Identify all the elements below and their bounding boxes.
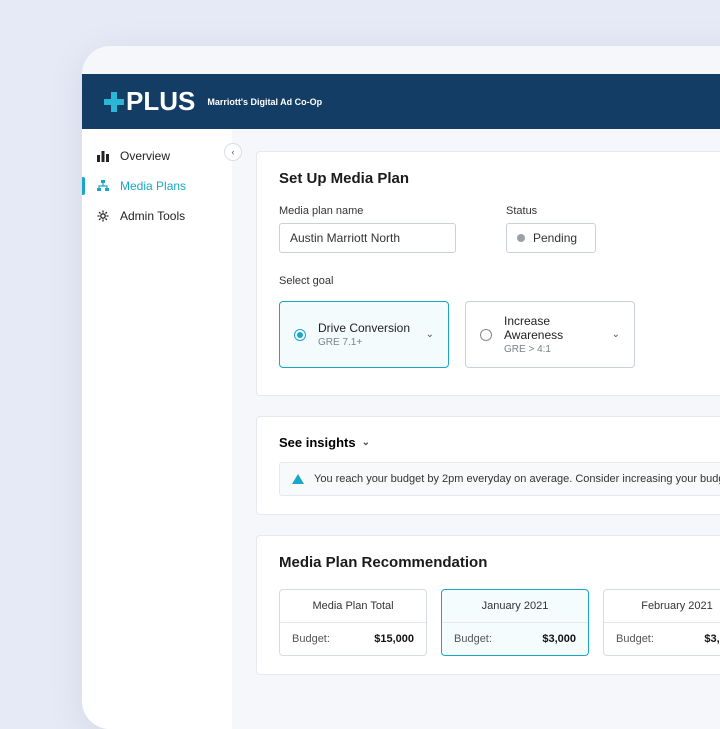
- warning-icon: [292, 474, 304, 484]
- chevron-down-icon: ⌄: [426, 329, 434, 340]
- goal-option-increase-awareness[interactable]: Increase Awareness GRE > 4:1 ⌄: [465, 301, 635, 368]
- sidebar-item-label: Admin Tools: [120, 209, 185, 223]
- insights-title-text: See insights: [279, 435, 356, 450]
- field-status: Status Pending: [506, 205, 596, 253]
- insights-alert: You reach your budget by 2pm everyday on…: [279, 462, 720, 496]
- recommendation-title: Media Plan Recommendation: [279, 554, 720, 571]
- goal-sub: GRE > 4:1: [504, 344, 600, 355]
- status-value: Pending: [506, 223, 596, 253]
- plan-name-label: Media plan name: [279, 205, 456, 217]
- goal-title: Increase Awareness: [504, 314, 600, 342]
- rec-card-body: Budget: $15,000: [280, 623, 426, 655]
- budget-label: Budget:: [616, 633, 654, 645]
- goal-text: Drive Conversion GRE 7.1+: [318, 321, 414, 348]
- logo-mark: PLUS: [104, 86, 195, 117]
- sidebar-item-overview[interactable]: Overview: [82, 141, 232, 171]
- radio-icon: [294, 329, 306, 341]
- chevron-down-icon: ⌄: [362, 437, 370, 448]
- goal-label: Select goal: [279, 275, 635, 287]
- sidebar-item-label: Overview: [120, 149, 170, 163]
- budget-value: $3,000: [704, 633, 720, 645]
- goal-sub: GRE 7.1+: [318, 337, 414, 348]
- rec-card-head: January 2021: [442, 590, 588, 623]
- sidebar-item-media-plans[interactable]: Media Plans: [82, 171, 232, 201]
- plan-name-input[interactable]: [279, 223, 456, 253]
- budget-label: Budget:: [292, 633, 330, 645]
- recommendation-panel: Media Plan Recommendation Media Plan Tot…: [256, 535, 720, 675]
- goal-title: Drive Conversion: [318, 321, 414, 335]
- radio-icon: [480, 329, 492, 341]
- rec-card-body: Budget: $3,000: [604, 623, 720, 655]
- brand-name: PLUS: [126, 86, 195, 117]
- goal-option-drive-conversion[interactable]: Drive Conversion GRE 7.1+ ⌄: [279, 301, 449, 368]
- topbar: PLUS Marriott's Digital Ad Co-Op: [82, 74, 720, 129]
- budget-label: Budget:: [454, 633, 492, 645]
- brand-tagline: Marriott's Digital Ad Co-Op: [207, 97, 322, 107]
- app-window: PLUS Marriott's Digital Ad Co-Op ‹ Overv…: [82, 46, 720, 729]
- recommendation-cards: Media Plan Total Budget: $15,000 January…: [279, 589, 720, 656]
- setup-panel: Set Up Media Plan Media plan name Status…: [256, 151, 720, 396]
- status-dot-icon: [517, 234, 525, 242]
- sitemap-icon: [96, 179, 110, 193]
- rec-card-january[interactable]: January 2021 Budget: $3,000: [441, 589, 589, 656]
- budget-value: $3,000: [542, 633, 576, 645]
- insights-panel: See insights ⌄ You reach your budget by …: [256, 416, 720, 515]
- rec-card-body: Budget: $3,000: [442, 623, 588, 655]
- rec-card-total[interactable]: Media Plan Total Budget: $15,000: [279, 589, 427, 656]
- sidebar: ‹ Overview Media Plans Admin Tools: [82, 129, 232, 729]
- bar-chart-icon: [96, 149, 110, 163]
- body: ‹ Overview Media Plans Admin Tools: [82, 129, 720, 729]
- goal-options: Drive Conversion GRE 7.1+ ⌄ Increase Awa…: [279, 301, 635, 368]
- logo: PLUS Marriott's Digital Ad Co-Op: [104, 86, 322, 117]
- rec-card-february[interactable]: February 2021 Budget: $3,000: [603, 589, 720, 656]
- setup-title: Set Up Media Plan: [279, 170, 720, 187]
- status-text: Pending: [533, 231, 577, 245]
- plus-icon: [104, 92, 124, 112]
- sidebar-item-label: Media Plans: [120, 179, 186, 193]
- field-plan-name: Media plan name: [279, 205, 456, 253]
- insights-alert-text: You reach your budget by 2pm everyday on…: [314, 473, 720, 485]
- insights-toggle[interactable]: See insights ⌄: [279, 435, 720, 450]
- chevron-down-icon: ⌄: [612, 329, 620, 340]
- rec-card-head: Media Plan Total: [280, 590, 426, 623]
- setup-row-2: Select goal Drive Conversion GRE 7.1+ ⌄: [279, 275, 720, 377]
- sidebar-item-admin-tools[interactable]: Admin Tools: [82, 201, 232, 231]
- main: Set Up Media Plan Media plan name Status…: [232, 129, 720, 729]
- gear-icon: [96, 209, 110, 223]
- field-goal: Select goal Drive Conversion GRE 7.1+ ⌄: [279, 275, 635, 377]
- budget-value: $15,000: [374, 633, 414, 645]
- status-label: Status: [506, 205, 596, 217]
- goal-text: Increase Awareness GRE > 4:1: [504, 314, 600, 355]
- rec-card-head: February 2021: [604, 590, 720, 623]
- setup-row-1: Media plan name Status Pending Select ho…: [279, 205, 720, 253]
